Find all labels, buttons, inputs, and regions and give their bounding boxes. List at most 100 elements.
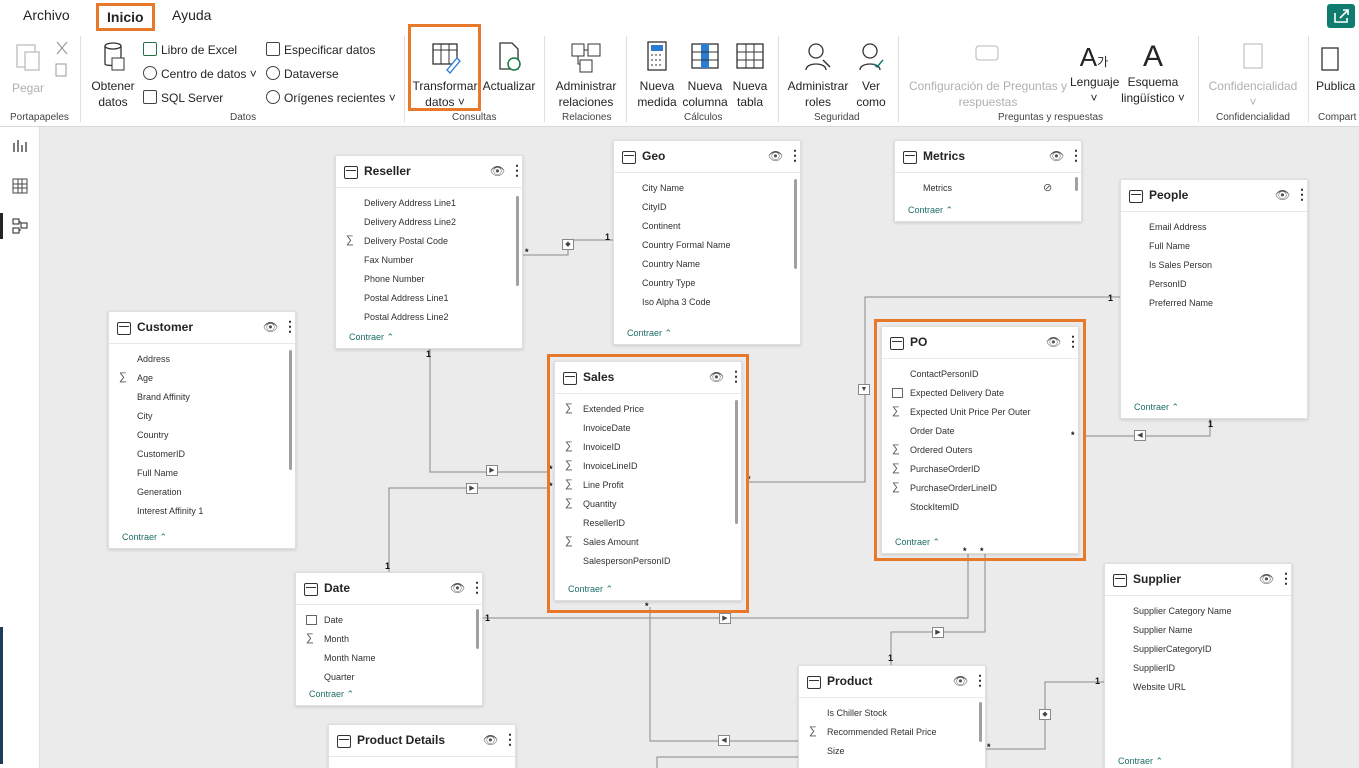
table-field[interactable]: Postal Address Line1 [364,293,449,303]
table-card-header[interactable]: People 👁 ⋮ [1121,180,1307,212]
table-field[interactable]: SalespersonPersonID [583,556,671,566]
model-view-icon[interactable] [11,217,29,235]
table-field[interactable]: SupplierID [1133,663,1175,673]
table-field[interactable]: Country [137,430,169,440]
collapse-link[interactable]: Contraer ⌃ [1134,402,1179,413]
report-view-icon[interactable] [11,137,29,155]
table-field[interactable]: Address [137,354,170,364]
table-card-supplier[interactable]: Supplier 👁 ⋮ Supplier Category Name Supplier… [1104,563,1292,768]
manage-relationships-button[interactable]: Administrar relaciones [552,40,620,110]
table-field[interactable]: City Name [642,183,684,193]
table-field[interactable]: Generation [137,487,182,497]
table-field[interactable]: Sales Amount [583,537,639,547]
table-field[interactable]: Age [137,373,153,383]
visibility-eye-icon[interactable]: 👁 [1275,188,1290,202]
paste-button[interactable]: Pegar [8,40,48,96]
table-field[interactable]: Country Type [642,278,695,288]
new-column-button[interactable]: Nueva columna [682,40,728,110]
new-table-button[interactable]: Nueva tabla [730,40,770,110]
scrollbar[interactable] [794,179,797,269]
table-field[interactable]: Country Name [642,259,700,269]
menu-inicio[interactable]: Inicio [96,3,155,31]
visibility-eye-icon[interactable]: 👁 [450,581,465,595]
scrollbar[interactable] [979,702,982,742]
table-field[interactable]: Phone Number [364,274,425,284]
qa-setup-button[interactable]: Configuración de Preguntas y respuestas [906,40,1070,110]
collapse-link[interactable]: Contraer ⌃ [627,328,672,339]
more-options-icon[interactable]: ⋮ [788,147,800,164]
more-options-icon[interactable]: ⋮ [1295,186,1307,203]
table-field[interactable]: Supplier Category Name [1133,606,1232,616]
table-field[interactable]: Order Date [910,426,955,436]
table-card-po[interactable]: PO 👁 ⋮ ContactPersonID Expected Delivery Dat… [881,326,1079,554]
table-field[interactable]: Is Sales Person [1149,260,1212,270]
sensitivity-button[interactable]: Confidencialidad ˅ [1204,40,1302,110]
hidden-eye-icon[interactable]: ⊘ [1043,181,1052,194]
table-field[interactable]: Extended Price [583,404,644,414]
collapse-link[interactable]: Contraer ⌃ [895,537,940,548]
table-field[interactable]: Expected Delivery Date [910,388,1004,398]
refresh-button[interactable]: Actualizar [482,40,536,94]
table-field[interactable]: InvoiceDate [583,423,631,433]
more-options-icon[interactable]: ⋮ [973,672,985,689]
table-card-header[interactable]: PO 👁 ⋮ [882,327,1078,359]
table-card-date[interactable]: Date 👁 ⋮ Date Month ∑ Month Name Quarter Contrae… [295,572,483,706]
scrollbar[interactable] [476,609,479,649]
menu-ayuda[interactable]: Ayuda [172,7,211,23]
table-field[interactable]: Line Profit [583,480,624,490]
model-canvas[interactable]: Reseller 👁 ⋮ Delivery Address Line1 Delivery… [40,127,1359,768]
table-field[interactable]: Quarter [324,672,355,682]
more-options-icon[interactable]: ⋮ [503,731,515,748]
table-card-header[interactable]: Product 👁 ⋮ [799,666,985,698]
share-button[interactable] [1327,4,1355,28]
table-card-header[interactable]: Customer 👁 ⋮ [109,312,295,344]
collapse-link[interactable]: Contraer ⌃ [908,205,953,216]
table-card-header[interactable]: Product Details 👁 ⋮ [329,725,515,757]
menu-archivo[interactable]: Archivo [23,7,70,23]
view-as-button[interactable]: Ver como [852,40,890,110]
more-options-icon[interactable]: ⋮ [1279,570,1291,587]
table-field[interactable]: Month [324,634,349,644]
publish-button[interactable]: Publica [1316,40,1359,94]
table-field[interactable]: Website URL [1133,682,1186,692]
collapse-link[interactable]: Contraer ⌃ [1118,756,1163,767]
table-card-reseller[interactable]: Reseller 👁 ⋮ Delivery Address Line1 Delivery… [335,155,523,349]
table-card-metrics[interactable]: Metrics 👁 ⋮ Metrics ⊘ Contraer ⌃ [894,140,1082,222]
collapse-link[interactable]: Contraer ⌃ [568,584,613,595]
table-field[interactable]: Is Chiller Stock [827,708,887,718]
collapse-link[interactable]: Contraer ⌃ [309,689,354,700]
table-field[interactable]: ContactPersonID [910,369,979,379]
table-card-header[interactable]: Date 👁 ⋮ [296,573,482,605]
visibility-eye-icon[interactable]: 👁 [263,320,278,334]
linguistic-schema-button[interactable]: A Esquema lingüístico ˅ [1120,40,1186,106]
excel-workbook-button[interactable]: Libro de Excel [143,42,237,57]
scrollbar[interactable] [1075,177,1078,191]
table-field[interactable]: PersonID [1149,279,1187,289]
visibility-eye-icon[interactable]: 👁 [483,733,498,747]
table-field[interactable]: ResellerID [583,518,625,528]
scrollbar[interactable] [516,196,519,286]
table-field[interactable]: Delivery Postal Code [364,236,448,246]
table-field[interactable]: Month Name [324,653,376,663]
visibility-eye-icon[interactable]: 👁 [953,674,968,688]
table-card-header[interactable]: Metrics 👁 ⋮ [895,141,1081,173]
new-measure-button[interactable]: Nueva medida [634,40,680,110]
table-field[interactable]: PurchaseOrderLineID [910,483,997,493]
table-card-header[interactable]: Reseller 👁 ⋮ [336,156,522,188]
collapse-link[interactable]: Contraer ⌃ [349,332,394,343]
table-card-header[interactable]: Supplier 👁 ⋮ [1105,564,1291,596]
cut-copy-icons[interactable] [54,40,70,80]
more-options-icon[interactable]: ⋮ [1069,147,1081,164]
table-field[interactable]: Delivery Address Line1 [364,198,456,208]
table-card-geo[interactable]: Geo 👁 ⋮ City Name CityID Continent Country For… [613,140,801,345]
table-field[interactable]: Metrics [923,183,952,193]
collapse-link[interactable]: Contraer ⌃ [122,532,167,543]
table-field[interactable]: Continent [642,221,681,231]
table-field[interactable]: Postal Address Line2 [364,312,449,322]
visibility-eye-icon[interactable]: 👁 [709,370,724,384]
more-options-icon[interactable]: ⋮ [470,579,482,596]
scrollbar[interactable] [289,350,292,470]
table-field[interactable]: Preferred Name [1149,298,1213,308]
table-card-customer[interactable]: Customer 👁 ⋮ Address Age ∑ Brand Affinity City C… [108,311,296,549]
enter-data-button[interactable]: Especificar datos [266,42,375,57]
